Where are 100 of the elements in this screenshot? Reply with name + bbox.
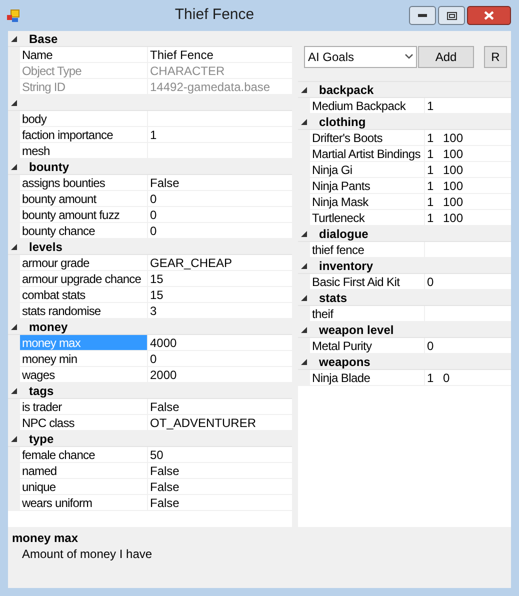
reference-row[interactable]: Martial Artist Bindings 1 100	[298, 146, 511, 162]
property-row[interactable]: bounty chance 0	[8, 223, 292, 239]
expanded-arrow-icon[interactable]	[301, 358, 307, 364]
category-header[interactable]: Base	[8, 31, 292, 47]
reference-row[interactable]: Metal Purity 0	[298, 338, 511, 354]
category-header[interactable]: dialogue	[298, 226, 511, 242]
property-row[interactable]: mesh	[8, 143, 292, 159]
property-label[interactable]: bounty amount fuzz	[20, 207, 148, 222]
item-count[interactable]: 1	[425, 146, 441, 161]
expanded-arrow-icon[interactable]	[301, 262, 307, 268]
property-row[interactable]: Name Thief Fence	[8, 47, 292, 63]
property-label[interactable]: wages	[20, 367, 148, 382]
property-row[interactable]: is trader False	[8, 399, 292, 415]
item-value[interactable]: 0	[441, 370, 511, 385]
property-row[interactable]: unique False	[8, 479, 292, 495]
category-header[interactable]: weapons	[298, 354, 511, 370]
property-row[interactable]: stats randomise 3	[8, 303, 292, 319]
property-label[interactable]: body	[20, 111, 148, 126]
category-header[interactable]: levels	[8, 239, 292, 255]
property-value[interactable]: False	[148, 399, 292, 414]
property-row[interactable]: faction importance 1	[8, 127, 292, 143]
property-value[interactable]: 3	[148, 303, 292, 318]
property-row[interactable]: combat stats 15	[8, 287, 292, 303]
item-name[interactable]: Turtleneck	[310, 210, 425, 225]
expanded-arrow-icon[interactable]	[11, 436, 17, 442]
item-count[interactable]: 1	[425, 98, 441, 113]
reference-row[interactable]: Medium Backpack 1	[298, 98, 511, 114]
category-header[interactable]: tags	[8, 383, 292, 399]
property-row[interactable]: bounty amount 0	[8, 191, 292, 207]
property-label[interactable]: named	[20, 463, 148, 478]
property-row[interactable]: armour upgrade chance 15	[8, 271, 292, 287]
category-header[interactable]: backpack	[298, 82, 511, 98]
category-header[interactable]: clothing	[298, 114, 511, 130]
item-count[interactable]: 1	[425, 194, 441, 209]
property-value[interactable]: Thief Fence	[148, 47, 292, 62]
property-value[interactable]: OT_ADVENTURER	[148, 415, 292, 430]
expanded-arrow-icon[interactable]	[11, 244, 17, 250]
reference-row[interactable]: Ninja Mask 1 100	[298, 194, 511, 210]
item-value[interactable]: 100	[441, 130, 511, 145]
property-value[interactable]: 0	[148, 207, 292, 222]
property-value[interactable]: GEAR_CHEAP	[148, 255, 292, 270]
add-button[interactable]: Add	[418, 46, 474, 68]
property-label[interactable]: faction importance	[20, 127, 148, 142]
reference-row[interactable]: Ninja Blade 1 0	[298, 370, 511, 386]
property-label[interactable]: NPC class	[20, 415, 148, 430]
property-label[interactable]: Name	[20, 47, 148, 62]
property-label[interactable]: bounty amount	[20, 191, 148, 206]
close-button[interactable]	[467, 6, 511, 25]
item-count[interactable]: 1	[425, 210, 441, 225]
item-value[interactable]: 100	[441, 162, 511, 177]
item-name[interactable]: thief fence	[310, 242, 425, 257]
item-value[interactable]: 100	[441, 178, 511, 193]
item-name[interactable]: Ninja Pants	[310, 178, 425, 193]
expanded-arrow-icon[interactable]	[11, 164, 17, 170]
property-value[interactable]: 15	[148, 287, 292, 302]
property-row[interactable]: money min 0	[8, 351, 292, 367]
item-name[interactable]: Medium Backpack	[310, 98, 425, 113]
property-value[interactable]: 50	[148, 447, 292, 462]
expanded-arrow-icon[interactable]	[11, 36, 17, 42]
item-count[interactable]: 0	[425, 274, 441, 289]
property-value[interactable]: 15	[148, 271, 292, 286]
property-row[interactable]: female chance 50	[8, 447, 292, 463]
property-label[interactable]: female chance	[20, 447, 148, 462]
property-row[interactable]: armour grade GEAR_CHEAP	[8, 255, 292, 271]
property-row[interactable]: assigns bounties False	[8, 175, 292, 191]
item-value[interactable]: 100	[441, 210, 511, 225]
category-header[interactable]: weapon level	[298, 322, 511, 338]
category-header[interactable]: inventory	[298, 258, 511, 274]
expanded-arrow-icon[interactable]	[11, 388, 17, 394]
goals-dropdown[interactable]: AI Goals	[304, 46, 417, 68]
item-name[interactable]: Ninja Mask	[310, 194, 425, 209]
item-name[interactable]: Drifter's Boots	[310, 130, 425, 145]
property-row[interactable]: body	[8, 111, 292, 127]
property-value[interactable]: 4000	[148, 335, 292, 350]
property-row[interactable]: wages 2000	[8, 367, 292, 383]
category-header[interactable]: money	[8, 319, 292, 335]
property-label[interactable]: unique	[20, 479, 148, 494]
property-label[interactable]: mesh	[20, 143, 148, 158]
item-name[interactable]: theif	[310, 306, 425, 321]
reference-row[interactable]: theif	[298, 306, 511, 322]
reference-row[interactable]: Basic First Aid Kit 0	[298, 274, 511, 290]
reference-row[interactable]: thief fence	[298, 242, 511, 258]
property-row[interactable]: money max 4000	[8, 335, 292, 351]
property-value[interactable]: 2000	[148, 367, 292, 382]
property-row[interactable]: bounty amount fuzz 0	[8, 207, 292, 223]
r-button[interactable]: R	[484, 46, 507, 68]
maximize-button[interactable]	[438, 6, 465, 25]
property-value[interactable]: False	[148, 463, 292, 478]
reference-row[interactable]: Ninja Pants 1 100	[298, 178, 511, 194]
reference-row[interactable]: Turtleneck 1 100	[298, 210, 511, 226]
property-label[interactable]: bounty chance	[20, 223, 148, 238]
item-count[interactable]: 1	[425, 162, 441, 177]
expanded-arrow-icon[interactable]	[301, 294, 307, 300]
property-label[interactable]: assigns bounties	[20, 175, 148, 190]
category-header[interactable]: type	[8, 431, 292, 447]
item-name[interactable]: Martial Artist Bindings	[310, 146, 425, 161]
property-label[interactable]: armour upgrade chance	[20, 271, 148, 286]
property-value[interactable]: False	[148, 175, 292, 190]
property-value[interactable]: 0	[148, 351, 292, 366]
property-label[interactable]: wears uniform	[20, 495, 148, 510]
